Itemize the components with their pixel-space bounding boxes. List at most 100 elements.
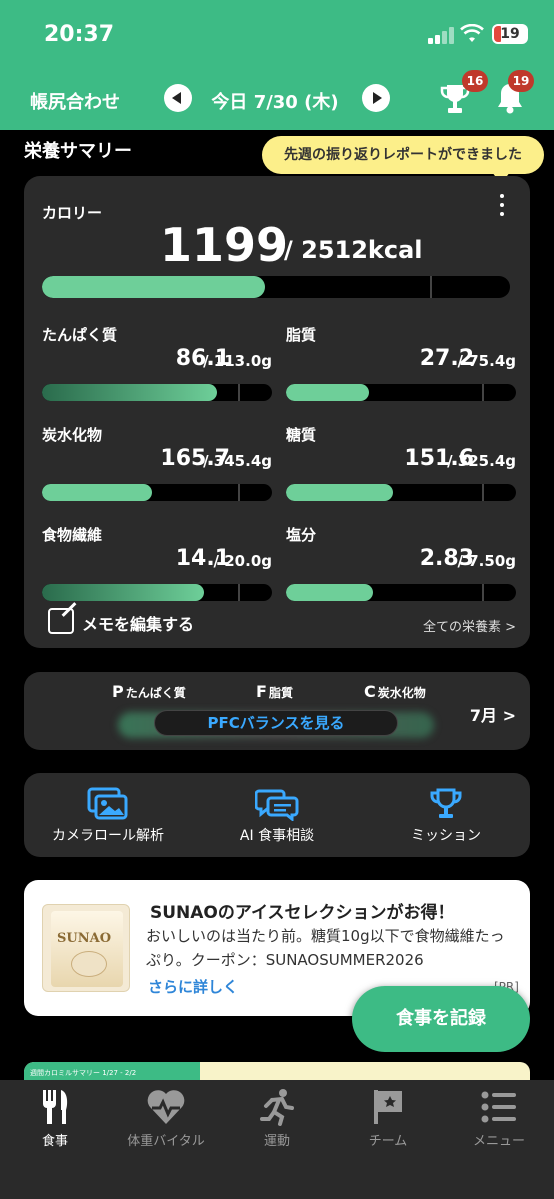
action-label: ミッション bbox=[411, 828, 481, 844]
nutrient-fiber: 食物繊維 14.1 / 20.0g bbox=[42, 524, 272, 604]
calorie-progress-bar bbox=[42, 276, 510, 298]
pfc-balance-card[interactable]: P たんぱく質 F 脂質 C 炭水化物 PFCバランスを見る 7月 > bbox=[24, 672, 530, 750]
tab-label: 運動 bbox=[263, 1134, 290, 1149]
heart-pulse-icon bbox=[147, 1090, 185, 1124]
tab-label: チーム bbox=[368, 1134, 408, 1149]
pfc-p-label: たんぱく質 bbox=[125, 686, 186, 700]
view-pfc-balance-button[interactable]: PFCバランスを見る bbox=[154, 710, 398, 736]
tab-label: 食事 bbox=[41, 1134, 68, 1149]
ad-title: SUNAOのアイスセレクションがお得！ bbox=[150, 903, 455, 923]
pfc-f-label: 脂質 bbox=[268, 686, 293, 700]
nutrient-progress-bar bbox=[286, 584, 516, 601]
nutrient-progress-fill bbox=[286, 484, 394, 501]
nutrient-goal: / 325.4g bbox=[447, 452, 516, 470]
nutrient-progress-bar bbox=[42, 584, 272, 601]
running-icon bbox=[260, 1089, 294, 1126]
quick-actions-card: カメラロール解析 AI 食事相談 ミッション bbox=[24, 773, 530, 857]
calorie-value: 1199 bbox=[160, 218, 289, 272]
nutrient-progress-fill bbox=[286, 384, 370, 401]
nutrient-salt: 塩分 2.83 / 7.50g bbox=[286, 524, 516, 604]
pfc-protein-header: P たんぱく質 bbox=[112, 682, 186, 701]
ad-details-link[interactable]: さらに詳しく bbox=[148, 976, 238, 997]
fork-knife-icon bbox=[43, 1090, 68, 1124]
nutrient-progress-fill bbox=[286, 584, 373, 601]
nutrient-progress-fill bbox=[42, 484, 153, 501]
ad-product-brand: SUNAO bbox=[57, 931, 112, 946]
pfc-p-letter: P bbox=[112, 682, 124, 701]
nutrient-carbohydrate: 炭水化物 165.7 / 345.4g bbox=[42, 424, 272, 504]
nutrient-goal: / 7.50g bbox=[457, 552, 516, 570]
next-day-button[interactable] bbox=[362, 84, 390, 112]
nutrient-name: たんぱく質 bbox=[42, 326, 118, 344]
nutrient-progress-bar bbox=[286, 484, 516, 501]
tab-exercise[interactable]: 運動 bbox=[222, 1088, 332, 1158]
nutrient-fat: 脂質 27.2 / 75.4g bbox=[286, 324, 516, 404]
chat-bubbles-icon bbox=[255, 789, 299, 821]
calorie-goal: / 2512kcal bbox=[284, 236, 423, 264]
pfc-carb-header: C 炭水化物 bbox=[364, 682, 426, 701]
camera-roll-analysis-button[interactable]: カメラロール解析 bbox=[24, 787, 192, 851]
nutrient-progress-bar bbox=[42, 484, 272, 501]
menu-list-icon bbox=[481, 1091, 516, 1123]
nutrient-goal: / 20.0g bbox=[213, 552, 272, 570]
bottom-tab-bar: 食事 体重バイタル 運動 チーム メニュー bbox=[0, 1080, 554, 1199]
pfc-f-letter: F bbox=[256, 682, 267, 701]
previous-day-button[interactable] bbox=[164, 84, 192, 112]
trophy-badge: 16 bbox=[462, 70, 488, 92]
edit-memo-label: メモを編集する bbox=[82, 615, 195, 634]
calorie-label: カロリー bbox=[42, 204, 103, 222]
nutrient-name: 食物繊維 bbox=[42, 526, 103, 544]
trophy-icon bbox=[430, 788, 462, 818]
action-label: カメラロール解析 bbox=[52, 828, 164, 844]
nutrient-name: 炭水化物 bbox=[42, 426, 103, 444]
mission-button[interactable]: ミッション bbox=[362, 787, 530, 851]
tab-meal[interactable]: 食事 bbox=[0, 1088, 110, 1158]
nutrient-progress-fill bbox=[42, 384, 218, 401]
tab-weight-vital[interactable]: 体重バイタル bbox=[111, 1088, 221, 1158]
weekly-report-tooltip[interactable]: 先週の振り返りレポートができました bbox=[262, 136, 544, 184]
tab-label: 体重バイタル bbox=[127, 1134, 205, 1149]
top-header: 20:37 19 帳尻合わせ 今日 7/30 (木) 16 19 bbox=[0, 0, 554, 130]
current-date[interactable]: 今日 7/30 (木) bbox=[200, 88, 350, 114]
nutrient-name: 糖質 bbox=[286, 426, 317, 444]
tab-label: メニュー bbox=[472, 1134, 525, 1149]
cellular-signal-icon bbox=[428, 26, 454, 44]
pfc-month-link[interactable]: 7月 > bbox=[470, 702, 516, 726]
pfc-fat-header: F 脂質 bbox=[256, 682, 293, 701]
section-title: 栄養サマリー bbox=[24, 141, 132, 162]
photo-gallery-icon bbox=[87, 787, 128, 820]
more-options-icon[interactable] bbox=[498, 194, 506, 216]
notification-badge: 19 bbox=[508, 70, 534, 92]
pfc-c-letter: C bbox=[364, 682, 376, 701]
nutrient-goal: / 75.4g bbox=[457, 352, 516, 370]
nutrient-sugar: 糖質 151.6 / 325.4g bbox=[286, 424, 516, 504]
ad-product-image: SUNAO bbox=[42, 904, 130, 992]
wifi-icon bbox=[460, 24, 484, 42]
nutrient-progress-bar bbox=[286, 384, 516, 401]
nutrient-protein: たんぱく質 86.1 / 113.0g bbox=[42, 324, 272, 404]
tab-menu[interactable]: メニュー bbox=[444, 1088, 554, 1158]
battery-icon: 19 bbox=[492, 24, 528, 44]
status-bar: 20:37 19 bbox=[0, 0, 554, 70]
weekly-summary-label: 週間カロミルサマリー 1/27 - 2/2 bbox=[30, 1069, 137, 1077]
nutrition-summary-card[interactable]: カロリー 1199 / 2512kcal たんぱく質 86.1 / 113.0g… bbox=[24, 176, 530, 648]
all-nutrients-link[interactable]: 全ての栄養素 > bbox=[423, 616, 516, 635]
edit-note-icon bbox=[48, 608, 74, 634]
nutrient-name: 脂質 bbox=[286, 326, 317, 344]
flag-icon bbox=[374, 1090, 402, 1124]
ad-body: おいしいのは当たり前。糖質10g以下で食物繊維たっぷり。クーポン：SUNAOSU… bbox=[146, 927, 505, 969]
calorie-progress-fill bbox=[42, 276, 266, 298]
nutrient-goal: / 113.0g bbox=[203, 352, 272, 370]
balance-adjust-link[interactable]: 帳尻合わせ bbox=[30, 88, 120, 114]
battery-level: 19 bbox=[500, 26, 520, 42]
pfc-c-label: 炭水化物 bbox=[377, 686, 426, 700]
tab-team[interactable]: チーム bbox=[333, 1088, 443, 1158]
nutrient-goal: / 345.4g bbox=[203, 452, 272, 470]
nutrient-progress-bar bbox=[42, 384, 272, 401]
action-label: AI 食事相談 bbox=[239, 828, 315, 844]
record-meal-button[interactable]: 食事を記録 bbox=[352, 986, 530, 1052]
ai-meal-consult-button[interactable]: AI 食事相談 bbox=[193, 787, 361, 851]
nutrient-name: 塩分 bbox=[286, 526, 317, 544]
nutrient-progress-fill bbox=[42, 584, 205, 601]
status-time: 20:37 bbox=[44, 22, 115, 47]
